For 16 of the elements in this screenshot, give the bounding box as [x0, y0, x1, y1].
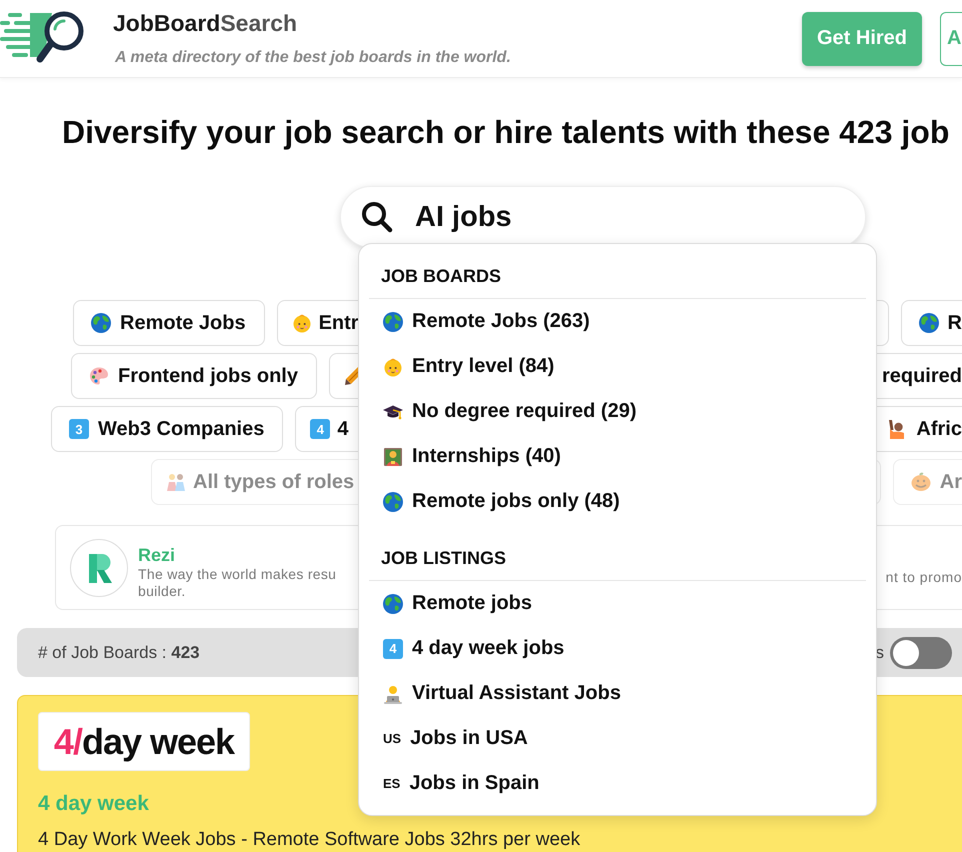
- job-board-description: 4 Day Work Week Jobs - Remote Software Jobs 32hrs per week: [38, 830, 580, 850]
- page-headline: Diversify your job search or hire talents with these 423 job: [61, 114, 950, 150]
- sponsor-description: nt to promo: [886, 569, 962, 586]
- section-heading: JOB LISTINGS: [380, 547, 508, 570]
- section-heading: JOB BOARDS: [380, 265, 502, 288]
- keycap-tile: 4: [310, 419, 330, 439]
- sponsor-description: builder.: [138, 582, 187, 600]
- tagline: A meta directory of the best job boards in the world.: [115, 48, 511, 68]
- keycap-tile: 4: [383, 638, 403, 658]
- flag-code: US: [383, 731, 402, 746]
- sponsor-name: Rezi: [138, 544, 176, 566]
- flag-code: ES: [383, 776, 400, 791]
- job-board-count: # of Job Boards : 423: [38, 642, 200, 662]
- keycap-tile: 3: [69, 419, 89, 439]
- sponsor-description: The way the world makes resu: [138, 566, 336, 582]
- company-logo: 4/day week: [38, 712, 250, 771]
